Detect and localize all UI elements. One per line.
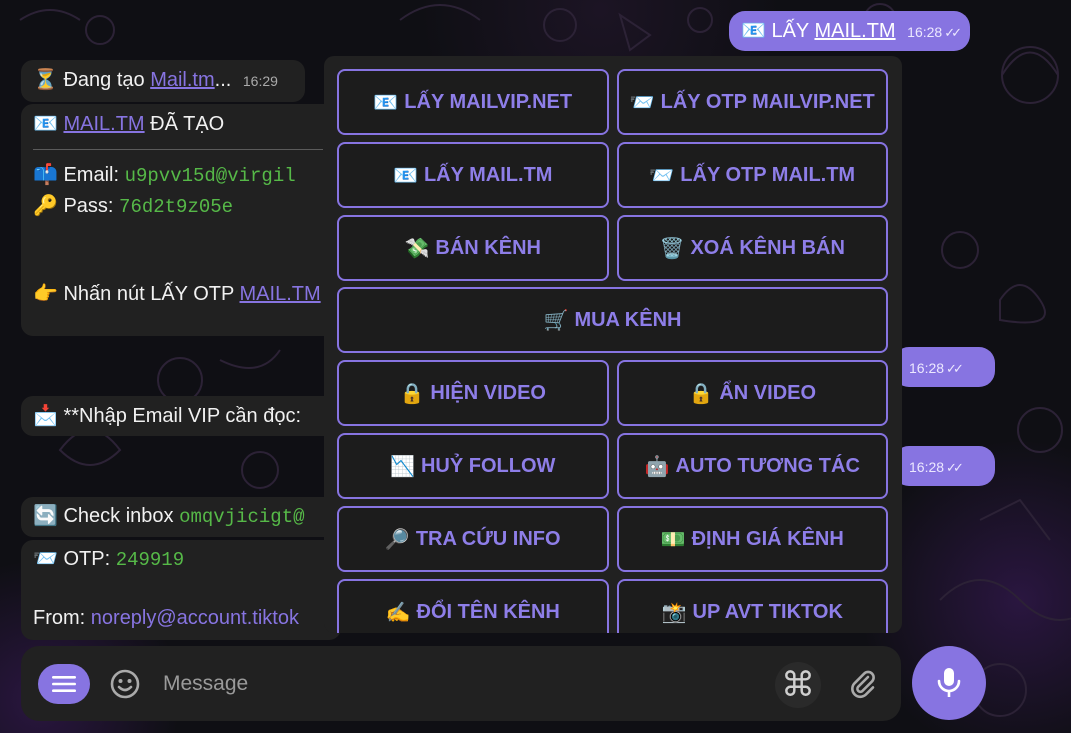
command-icon: ⌘ [781,666,815,704]
from-line: From: noreply@account.tiktok [33,607,299,629]
lock-icon: 🔒 [688,382,714,405]
voice-record-button[interactable] [912,646,986,720]
paperclip-icon[interactable] [847,668,879,700]
delete-sell-channel-button[interactable]: 🗑️ XOÁ KÊNH BÁN [616,215,888,281]
channel-valuation-button[interactable]: 💵 ĐỊNH GIÁ KÊNH [616,506,888,572]
auto-interact-button[interactable]: 🤖 AUTO TƯƠNG TÁC [616,433,888,499]
incoming-message-created[interactable]: 📧 MAIL.TM ĐÃ TẠO 📫 Email: u9pvv15d@virgi… [21,104,341,336]
keyboard-row: 💸 BÁN KÊNH 🗑️ XOÁ KÊNH BÁN [337,215,888,281]
lookup-info-button[interactable]: 🔎 TRA CỨU INFO [337,506,609,572]
cart-icon: 🛒 [543,309,569,332]
email-icon: 📧 [373,91,399,114]
email-icon: 📧 [393,164,418,187]
keyboard-row: 📧 LẤY MAIL.TM 📨 LẤY OTP MAIL.TM [337,142,888,208]
refresh-icon: 🔄 [33,505,58,527]
message-text: Đang tạo [63,69,151,91]
keyboard-row: 🔎 TRA CỨU INFO 💵 ĐỊNH GIÁ KÊNH [337,506,888,572]
email-icon: 📧 [741,20,766,42]
otp-value[interactable]: 249919 [116,549,184,571]
keyboard-row: 📧 LẤY MAILVIP.NET 📨 LẤY OTP MAILVIP.NET [337,69,888,135]
menu-icon [52,676,76,692]
incoming-message-creating[interactable]: ⏳ Đang tạo Mail.tm... 16:29 [21,60,305,102]
mail-tm-link[interactable]: MAIL.TM [240,283,321,305]
hint-line: 👉 Nhấn nút LẤY OTP MAIL.TM [33,283,321,305]
password-value[interactable]: 76d2t9z05e [119,196,233,218]
read-check-icon: ✓✓ [946,361,964,376]
bot-menu-button[interactable] [38,664,90,704]
message-link[interactable]: Mail.tm [150,69,214,91]
outgoing-message[interactable]: 16:28 ✓✓ [893,347,995,387]
smile-icon[interactable] [109,668,141,700]
email-icon: 📧 [33,113,58,135]
microphone-icon [937,668,961,697]
buy-channel-button[interactable]: 🛒 MUA KÊNH [337,287,888,353]
sell-channel-button[interactable]: 💸 BÁN KÊNH [337,215,609,281]
message-composer: ⌘ [21,646,901,721]
from-address[interactable]: noreply@account.tiktok [91,607,299,629]
get-mailvip-button[interactable]: 📧 LẤY MAILVIP.NET [337,69,609,135]
hide-video-button[interactable]: 🔒 ẨN VIDEO [616,360,888,426]
message-time: 16:28 [909,459,945,475]
outgoing-message-get-mail[interactable]: 📧 LẤY MAIL.TM 16:28 ✓✓ [729,11,970,51]
upload-avatar-button[interactable]: 📸 UP AVT TIKTOK [616,579,888,633]
lock-icon: 🔒 [399,382,425,405]
divider [33,149,323,150]
read-check-icon: ✓✓ [944,25,962,40]
mailbox-icon: 📫 [33,164,58,186]
mail-tm-link[interactable]: MAIL.TM [63,113,144,135]
rename-channel-button[interactable]: ✍️ ĐỔI TÊN KÊNH [337,579,609,633]
get-mailtm-button[interactable]: 📧 LẤY MAIL.TM [337,142,609,208]
outgoing-message[interactable]: 16:28 ✓✓ [893,446,995,486]
trash-icon: 🗑️ [659,237,685,260]
keyboard-row: ✍️ ĐỔI TÊN KÊNH 📸 UP AVT TIKTOK [337,579,888,633]
incoming-message-vip[interactable]: 📩 **Nhập Email VIP cần đọc: [21,396,341,436]
magnifier-icon: 🔎 [384,528,410,551]
key-icon: 🔑 [33,195,58,217]
message-text: LẤY [771,20,815,42]
message-time: 16:28 [907,24,943,40]
incoming-envelope-icon: 📨 [629,91,655,114]
incoming-message-otp[interactable]: 📨 OTP: 249919 From: noreply@account.tikt… [21,540,341,640]
email-value[interactable]: u9pvv15d@virgil [125,165,296,187]
incoming-envelope-icon: 📨 [33,548,58,570]
incoming-message-check-inbox[interactable]: 🔄 Check inbox omqvjicigt@ [21,497,341,537]
pointing-hand-icon: 👉 [33,283,58,305]
command-button[interactable]: ⌘ [775,662,821,708]
get-otp-mailvip-button[interactable]: 📨 LẤY OTP MAILVIP.NET [616,69,888,135]
email-line: 📫 Email: u9pvv15d@virgil [33,164,296,187]
inbox-address[interactable]: omqvjicigt@ [179,506,304,528]
keyboard-row: 🔒 HIỆN VIDEO 🔒 ẨN VIDEO [337,360,888,426]
incoming-envelope-icon: 📨 [649,164,675,187]
writing-hand-icon: ✍️ [385,601,411,624]
message-input[interactable] [163,666,743,702]
show-video-button[interactable]: 🔒 HIỆN VIDEO [337,360,609,426]
get-otp-mailtm-button[interactable]: 📨 LẤY OTP MAIL.TM [616,142,888,208]
robot-icon: 🤖 [644,455,670,478]
keyboard-row: 🛒 MUA KÊNH [337,287,888,353]
chart-decreasing-icon: 📉 [390,455,415,478]
message-text: **Nhập Email VIP cần đọc: [63,405,302,427]
bot-keyboard: 📧 LẤY MAILVIP.NET 📨 LẤY OTP MAILVIP.NET 📧 L… [324,56,902,633]
camera-flash-icon: 📸 [661,601,687,624]
message-text: Check inbox [63,505,180,527]
unfollow-button[interactable]: 📉 HUỶ FOLLOW [337,433,609,499]
hourglass-icon: ⏳ [33,69,58,91]
keyboard-row: 📉 HUỶ FOLLOW 🤖 AUTO TƯƠNG TÁC [337,433,888,499]
message-link[interactable]: MAIL.TM [814,20,895,42]
pass-line: 🔑 Pass: 76d2t9z05e [33,195,234,218]
inbox-tray-icon: 📩 [33,405,58,427]
read-check-icon: ✓✓ [946,460,964,475]
created-title: 📧 MAIL.TM ĐÃ TẠO [33,113,225,135]
message-time: 16:28 [909,360,945,376]
otp-line: 📨 OTP: 249919 [33,548,185,571]
message-time: 16:29 [242,73,278,89]
money-wings-icon: 💸 [404,237,430,260]
dollar-banknote-icon: 💵 [660,528,686,551]
